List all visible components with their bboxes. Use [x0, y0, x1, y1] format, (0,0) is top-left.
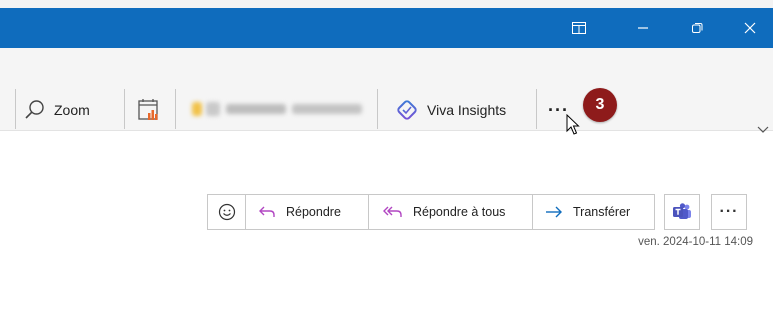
step-badge: 3: [583, 88, 617, 122]
teams-button[interactable]: [664, 194, 700, 230]
ribbon-separator: [175, 89, 176, 129]
zoom-button[interactable]: Zoom: [24, 94, 90, 126]
reply-all-button[interactable]: Répondre à tous: [369, 195, 533, 229]
reply-label: Répondre: [286, 205, 341, 219]
forward-arrow-icon: [545, 206, 563, 218]
smiley-icon: [218, 203, 236, 221]
reply-button[interactable]: Répondre: [246, 195, 369, 229]
calendar-button[interactable]: [136, 94, 162, 126]
layout-icon[interactable]: [556, 8, 602, 48]
forward-button[interactable]: Transférer: [533, 195, 654, 229]
teams-icon: [672, 202, 692, 222]
blurred-region: [206, 102, 220, 116]
viva-insights-icon: [395, 98, 419, 122]
viva-insights-button[interactable]: Viva Insights: [395, 94, 506, 126]
blurred-region: [292, 104, 362, 114]
reply-arrow-icon: [258, 205, 276, 219]
ribbon-separator: [15, 89, 16, 129]
message-action-bar: Répondre Répondre à tous Transférer: [207, 194, 655, 230]
blurred-addin-icon: [192, 102, 202, 116]
blurred-region: [226, 104, 286, 114]
mouse-cursor-icon: [566, 113, 580, 141]
close-icon[interactable]: [727, 8, 773, 48]
message-more-label: ···: [719, 203, 739, 220]
title-bar: [0, 8, 773, 48]
reply-all-arrow-icon: [383, 205, 403, 219]
ribbon-separator: [124, 89, 125, 129]
top-strip: [0, 0, 773, 8]
ribbon-separator: [536, 89, 537, 129]
viva-insights-label: Viva Insights: [427, 102, 507, 118]
message-more-actions-button[interactable]: ···: [711, 194, 747, 230]
emoji-reaction-button[interactable]: [208, 195, 246, 229]
forward-label: Transférer: [573, 205, 631, 219]
ribbon-collapse-chevron-icon[interactable]: [757, 121, 769, 139]
zoom-label: Zoom: [54, 102, 90, 118]
blurred-addin-button[interactable]: [188, 94, 373, 126]
ribbon: [0, 48, 773, 131]
search-icon: [24, 99, 46, 121]
ribbon-separator: [377, 89, 378, 129]
calendar-chart-icon: [136, 97, 162, 123]
restore-icon[interactable]: [674, 8, 720, 48]
message-date: ven. 2024-10-11 14:09: [638, 236, 753, 248]
minimize-icon[interactable]: [620, 8, 666, 48]
reply-all-label: Répondre à tous: [413, 205, 506, 219]
